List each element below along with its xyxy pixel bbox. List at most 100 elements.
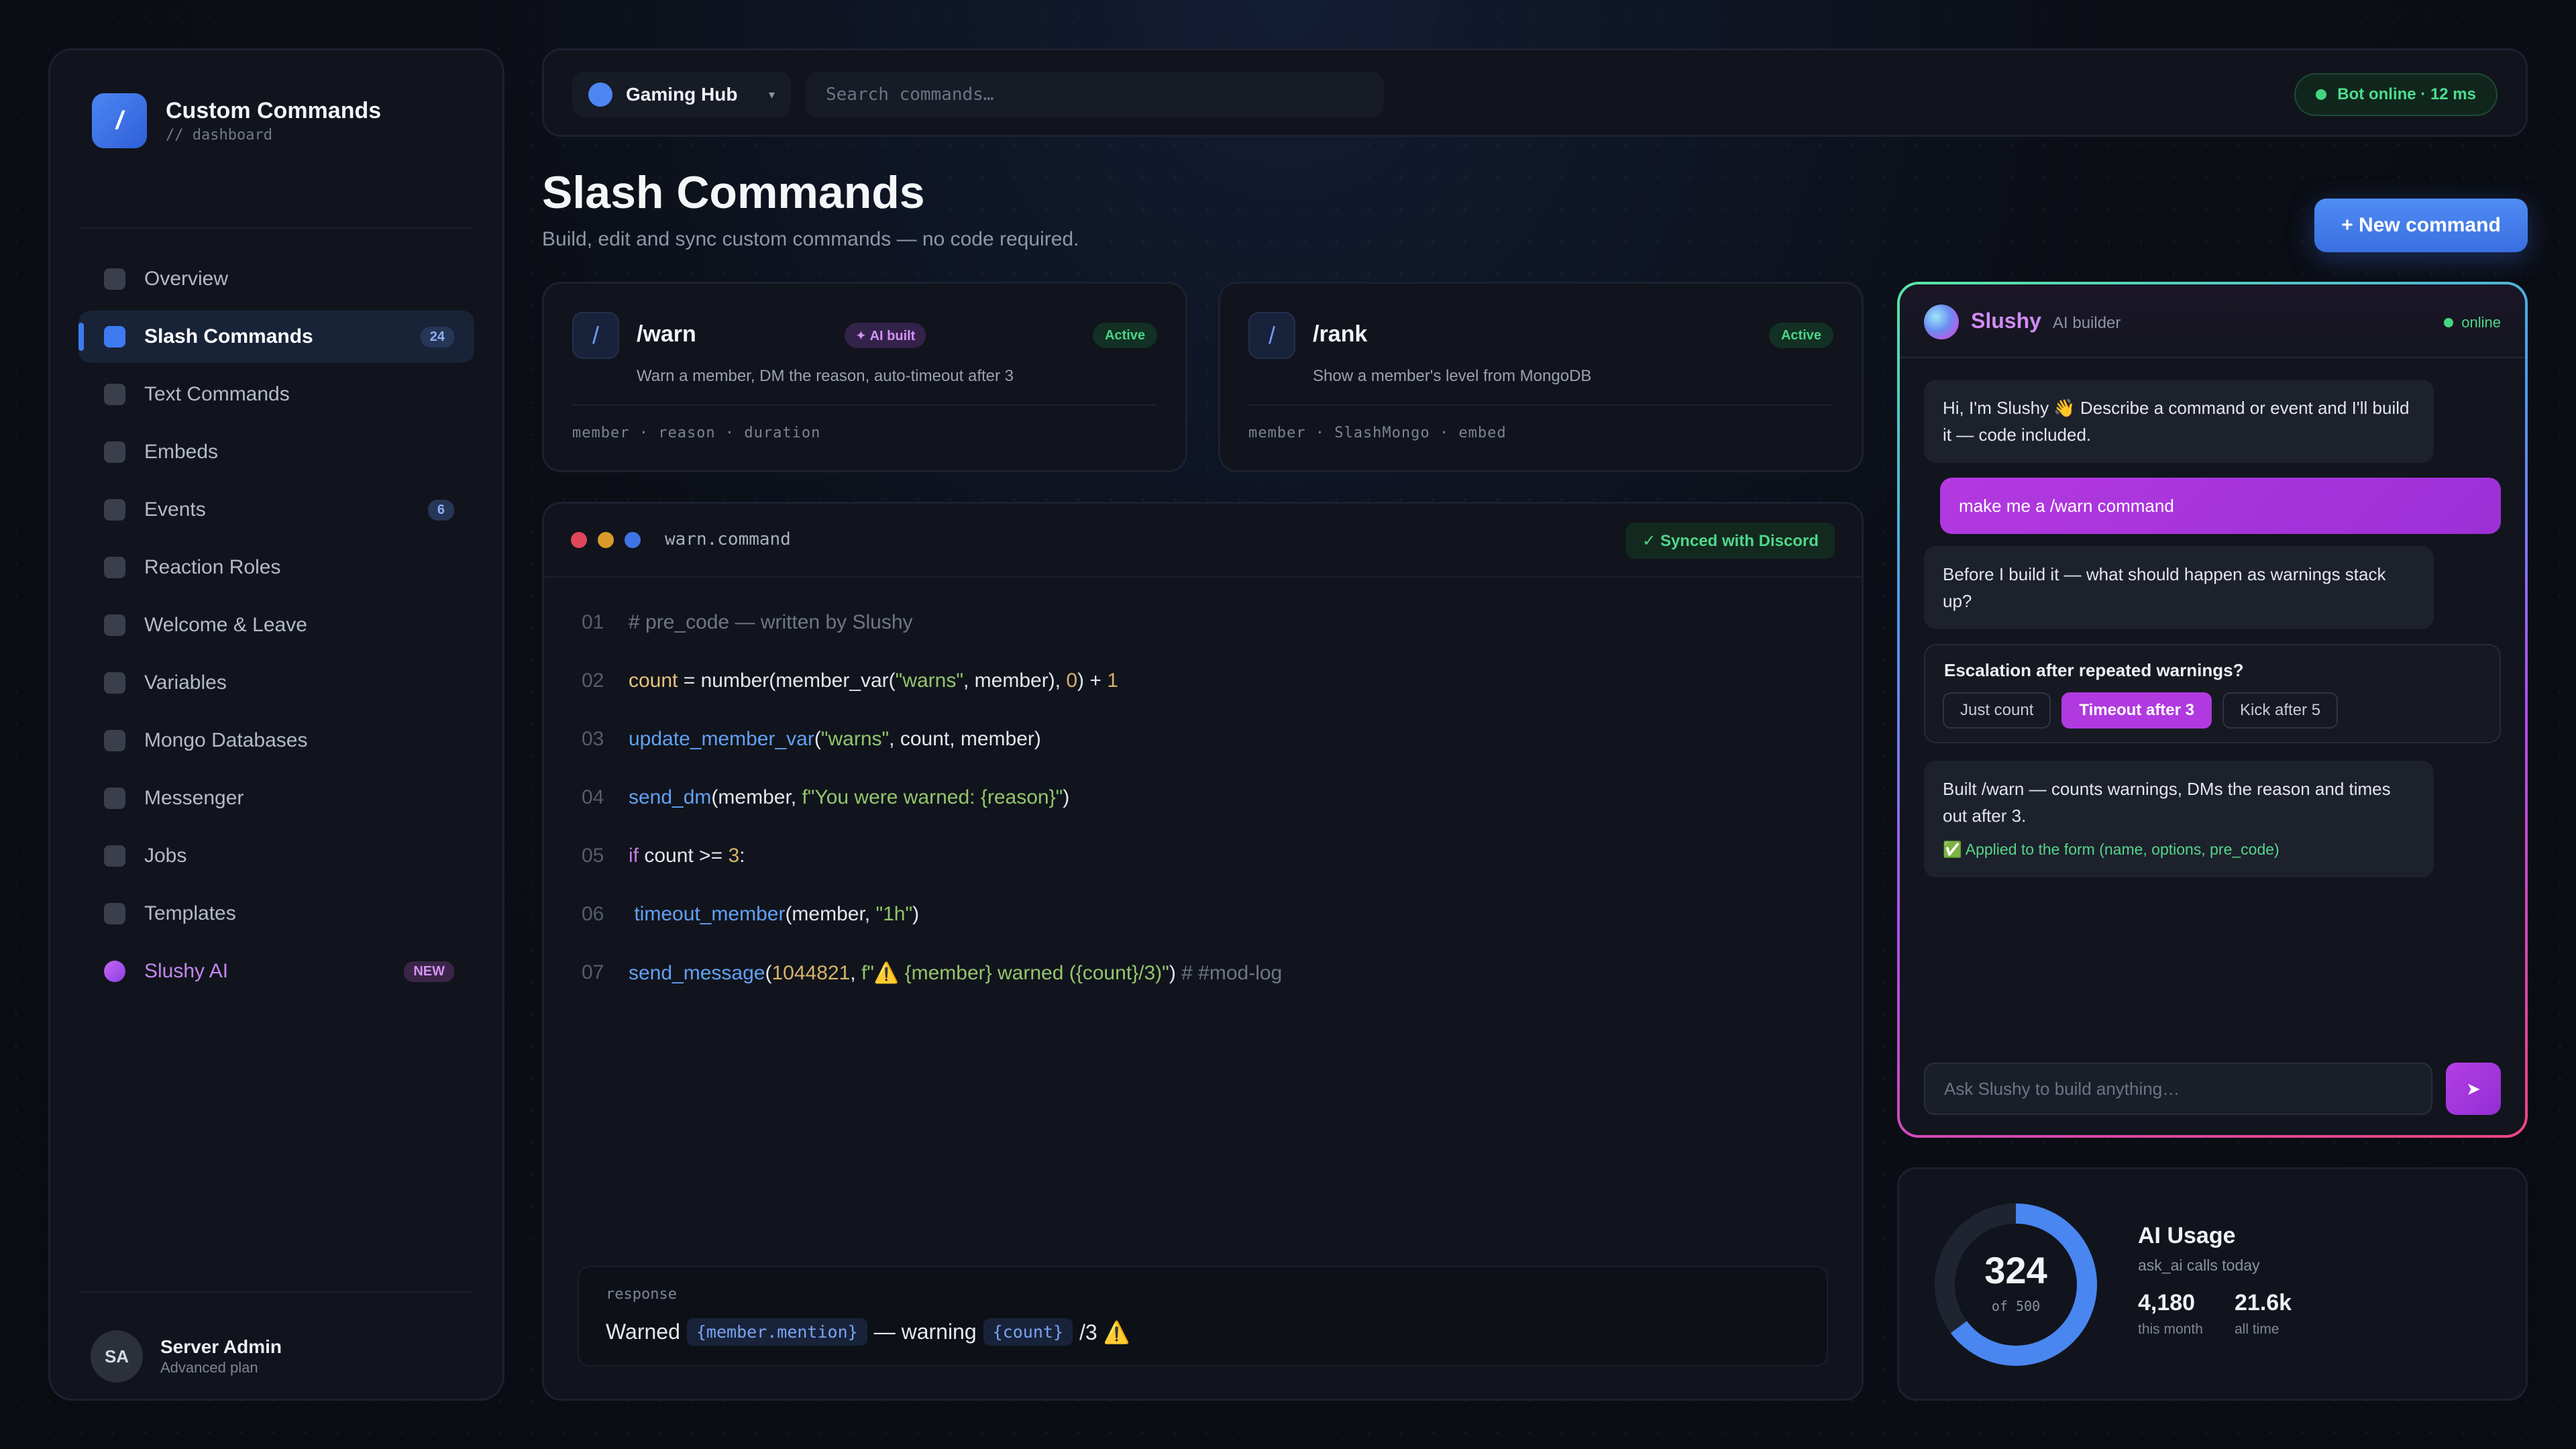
- variable-chip: {member.mention}: [686, 1318, 867, 1346]
- code-text: update_member_var("warns", count, member…: [629, 728, 1041, 750]
- choice-title: Escalation after repeated warnings?: [1944, 660, 2244, 680]
- sidebar-item-text-commands[interactable]: Text Commands: [78, 368, 474, 421]
- stat-value: 21.6k: [2235, 1290, 2292, 1316]
- card-divider: [572, 405, 1157, 406]
- slash-icon: /: [572, 312, 619, 359]
- stat-month: 4,180 this month: [2138, 1290, 2203, 1338]
- usage-limit: of 500: [1991, 1298, 2041, 1314]
- brand-subtitle: // dashboard: [166, 127, 272, 144]
- user-profile[interactable]: SA Server Admin Advanced plan: [91, 1330, 282, 1383]
- choice-prompt: Escalation after repeated warnings? Just…: [1924, 644, 2501, 743]
- code-text: # pre_code — written by Slushy: [629, 611, 913, 633]
- code-line: 04 send_dm(member, f"You were warned: {r…: [582, 786, 1835, 845]
- code-line: 02 count = number(member_var("warns", me…: [582, 669, 1835, 728]
- choice-options: Just count Timeout after 3 Kick after 5: [1943, 692, 2339, 729]
- code-text: count = number(member_var("warns", membe…: [629, 669, 1118, 692]
- variable-chip: {count}: [983, 1318, 1073, 1346]
- slash-icon: /: [1248, 312, 1295, 359]
- server-icon: [588, 83, 612, 107]
- welcome-leave-icon: [104, 614, 125, 636]
- server-selector[interactable]: Gaming Hub ▾: [572, 72, 791, 117]
- user-message: make me a /warn command: [1940, 478, 2501, 534]
- maximize-dot-icon: [625, 532, 641, 548]
- line-number: 07: [582, 961, 604, 983]
- count-badge: 6: [427, 499, 454, 521]
- chat-header: Slushy AI builder online: [1900, 284, 2525, 358]
- sidebar-item-label: Messenger: [144, 787, 244, 809]
- code-editor: warn.command ✓ Synced with Discord 01 # …: [542, 502, 1864, 1401]
- command-card-warn[interactable]: / /warn ✦ AI built Active Warn a member,…: [542, 282, 1187, 472]
- choice-kick-after-5[interactable]: Kick after 5: [2222, 692, 2339, 729]
- card-divider: [1248, 405, 1833, 406]
- sidebar-item-label: Reaction Roles: [144, 556, 281, 578]
- sidebar-item-slushy-ai[interactable]: Slushy AI NEW: [78, 945, 474, 998]
- response-text: Warned {member.mention} — warning {count…: [606, 1318, 1130, 1346]
- sidebar-item-overview[interactable]: Overview: [78, 253, 474, 305]
- code-line: 03 update_member_var("warns", count, mem…: [582, 728, 1835, 786]
- sidebar-item-jobs[interactable]: Jobs: [78, 830, 474, 882]
- command-card-rank[interactable]: / /rank Active Show a member's level fro…: [1218, 282, 1864, 472]
- code-line: 01 # pre_code — written by Slushy: [582, 611, 1835, 669]
- count-badge: 24: [420, 326, 454, 347]
- result-text: Built /warn — counts warnings, DMs the r…: [1943, 779, 2391, 826]
- sidebar-item-welcome-leave[interactable]: Welcome & Leave: [78, 599, 474, 651]
- user-plan: Advanced plan: [160, 1359, 258, 1376]
- code-line: 06 timeout_member(member, "1h"): [582, 903, 1835, 961]
- variables-icon: [104, 672, 125, 694]
- file-name: warn.command: [665, 529, 791, 549]
- slash-commands-icon: [104, 326, 125, 347]
- usage-subtitle: ask_ai calls today: [2138, 1256, 2260, 1274]
- status-dot-icon: [2444, 318, 2454, 327]
- brand: / Custom Commands // dashboard: [92, 93, 381, 148]
- chat-input[interactable]: [1924, 1063, 2432, 1115]
- response-label: response: [606, 1286, 677, 1303]
- user-name: Server Admin: [160, 1336, 282, 1357]
- sidebar-item-variables[interactable]: Variables: [78, 657, 474, 709]
- status-badge: Active: [1092, 323, 1157, 348]
- close-dot-icon: [571, 532, 587, 548]
- brand-title: Custom Commands: [166, 98, 382, 123]
- response-preview: response Warned {member.mention} — warni…: [578, 1266, 1828, 1366]
- text-commands-icon: [104, 384, 125, 405]
- code-body[interactable]: 01 # pre_code — written by Slushy 02 cou…: [582, 611, 1835, 1020]
- topbar: Gaming Hub ▾ Bot online · 12 ms: [542, 48, 2528, 137]
- synced-badge: ✓ Synced with Discord: [1626, 523, 1835, 559]
- sidebar-divider: [81, 1291, 472, 1293]
- new-command-button[interactable]: + New command: [2314, 199, 2528, 252]
- code-line: 05 if count >= 3:: [582, 845, 1835, 903]
- command-description: Show a member's level from MongoDB: [1313, 367, 1592, 385]
- choice-just-count[interactable]: Just count: [1943, 692, 2051, 729]
- embeds-icon: [104, 441, 125, 463]
- response-suffix: /3 ⚠️: [1079, 1320, 1130, 1344]
- line-number: 06: [582, 903, 604, 925]
- overview-icon: [104, 268, 125, 290]
- search-input[interactable]: [806, 72, 1384, 117]
- stat-value: 4,180: [2138, 1290, 2196, 1316]
- sidebar-item-embeds[interactable]: Embeds: [78, 426, 474, 478]
- sidebar-item-label: Jobs: [144, 845, 187, 867]
- ai-built-badge: ✦ AI built: [845, 323, 926, 348]
- choice-timeout-after-3[interactable]: Timeout after 3: [2061, 692, 2212, 729]
- usage-count: 324: [1984, 1249, 2047, 1291]
- online-text: online: [2461, 314, 2501, 331]
- sidebar-item-messenger[interactable]: Messenger: [78, 772, 474, 824]
- sidebar-item-slash-commands[interactable]: Slash Commands 24: [78, 311, 474, 363]
- sidebar-item-mongo-databases[interactable]: Mongo Databases: [78, 714, 474, 767]
- server-name: Gaming Hub: [626, 84, 738, 105]
- status-badge: Active: [1768, 323, 1833, 348]
- code-text: send_message(1044821, f"⚠️ {member} warn…: [629, 962, 1283, 984]
- stat-label: all time: [2235, 1322, 2279, 1337]
- sidebar-item-reaction-roles[interactable]: Reaction Roles: [78, 541, 474, 594]
- assistant-message: Before I build it — what should happen a…: [1924, 546, 2434, 629]
- brand-logo: /: [92, 93, 147, 148]
- applied-note: ✅ Applied to the form (name, options, pr…: [1943, 841, 2279, 858]
- line-number: 01: [582, 611, 604, 633]
- send-icon[interactable]: ➤: [2446, 1063, 2501, 1115]
- sidebar-item-label: Text Commands: [144, 383, 290, 405]
- assistant-message: Built /warn — counts warnings, DMs the r…: [1924, 761, 2434, 877]
- chevron-down-icon: ▾: [768, 87, 775, 101]
- code-text: timeout_member(member, "1h"): [634, 903, 920, 925]
- sidebar-item-events[interactable]: Events 6: [78, 484, 474, 536]
- sidebar-item-templates[interactable]: Templates: [78, 888, 474, 940]
- command-name: /warn: [637, 321, 696, 347]
